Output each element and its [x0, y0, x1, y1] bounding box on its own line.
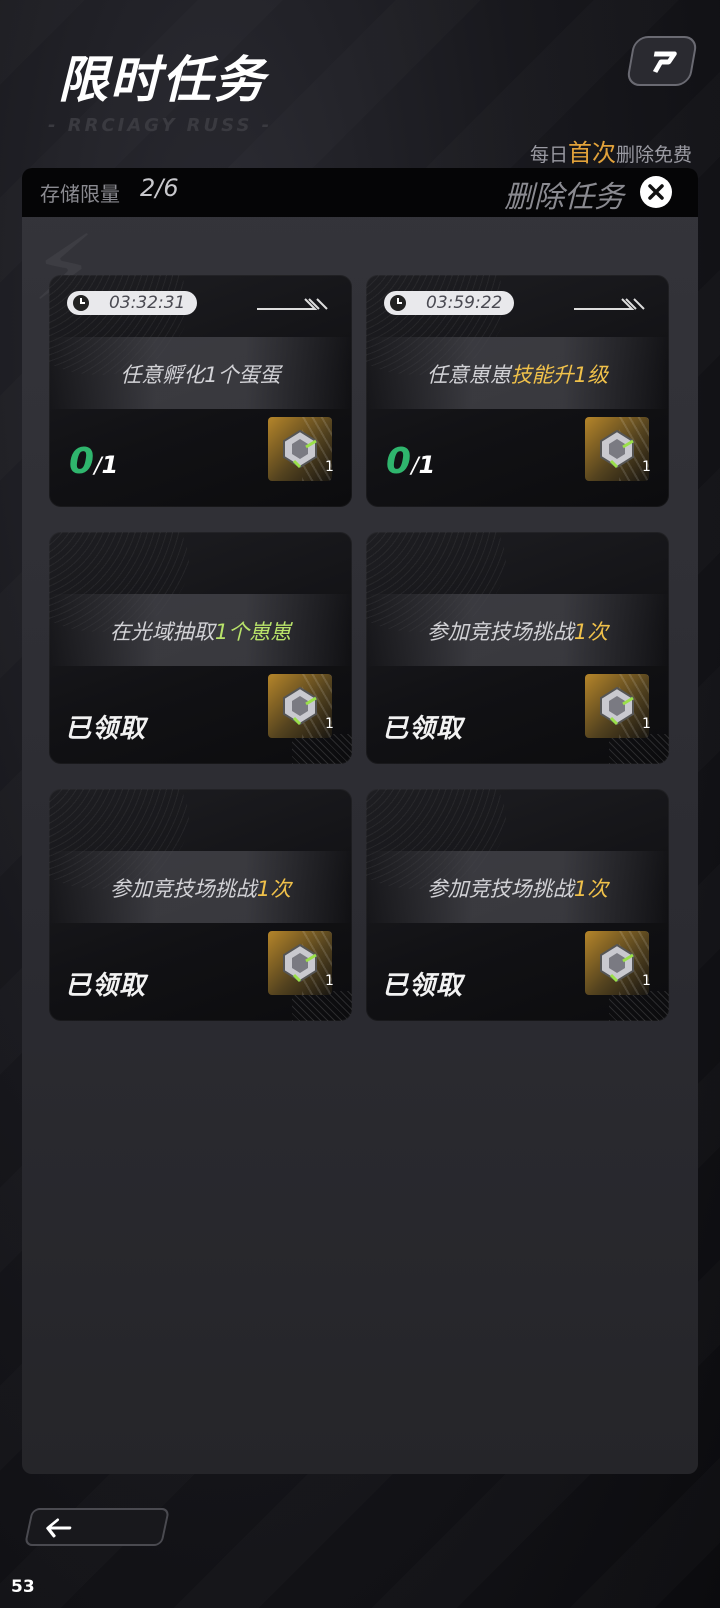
task-text-highlight: 1次 — [256, 877, 292, 901]
task-text-plain: 在光域抽取 — [109, 620, 215, 644]
storage-limit-value: 2/6 — [140, 174, 179, 202]
corner-pattern — [292, 734, 352, 764]
task-description: 参加竞技场挑战1次 — [49, 873, 352, 903]
reward-count: 1 — [642, 459, 651, 475]
speed-lines-icon — [574, 298, 645, 310]
timer-text: 03:32:31 — [109, 293, 186, 313]
progress-total: 1 — [101, 451, 119, 479]
task-progress: 0/1 — [69, 441, 118, 482]
reward-item[interactable] — [268, 674, 332, 738]
task-text-highlight: 1次 — [573, 877, 609, 901]
reward-item[interactable] — [585, 417, 649, 481]
corner-pattern — [609, 734, 669, 764]
reward-count: 1 — [325, 716, 334, 732]
page-title: 限时任务 — [58, 51, 266, 109]
task-text-highlight: 技能升1级 — [510, 363, 609, 387]
share-button[interactable] — [625, 36, 699, 86]
speed-lines-icon — [257, 298, 328, 310]
free-tip-prefix: 每日 — [529, 144, 568, 166]
panel-header: 存储限量 2/6 删除任务 — [22, 168, 698, 217]
free-tip-highlight: 首次 — [567, 139, 616, 167]
reward-count: 1 — [325, 459, 334, 475]
task-text-plain: 参加竞技场挑战 — [109, 877, 257, 901]
task-text-highlight: 1个崽崽 — [214, 620, 292, 644]
task-text-highlight: 1次 — [573, 620, 609, 644]
task-text-plain: 任意孵化1个蛋蛋 — [120, 363, 281, 387]
task-card[interactable]: 参加竞技场挑战1次 已领取 1 — [366, 789, 669, 1021]
task-description: 在光域抽取1个崽崽 — [49, 616, 352, 646]
progress-total: 1 — [418, 451, 436, 479]
gem-icon — [600, 429, 634, 469]
task-panel: ⚡ 存储限量 2/6 删除任务 03:32:31 任意孵化1个蛋蛋 0/1 1 — [22, 168, 698, 1474]
claimed-label: 已领取 — [65, 971, 147, 1001]
reward-item[interactable] — [585, 931, 649, 995]
reward-item[interactable] — [268, 417, 332, 481]
page-subtitle: - RRCIAGY RUSS - — [48, 115, 273, 136]
timer-text: 03:59:22 — [426, 293, 503, 313]
progress-current: 0 — [386, 441, 412, 482]
claimed-label: 已领取 — [382, 971, 464, 1001]
corner-pattern — [609, 991, 669, 1021]
claimed-label: 已领取 — [382, 714, 464, 744]
task-card[interactable]: 03:32:31 任意孵化1个蛋蛋 0/1 1 — [49, 275, 352, 507]
task-card[interactable]: 在光域抽取1个崽崽 已领取 1 — [49, 532, 352, 764]
clock-icon — [73, 295, 89, 311]
gem-icon — [283, 943, 317, 983]
reward-count: 1 — [642, 716, 651, 732]
task-description: 任意崽崽技能升1级 — [366, 359, 669, 389]
free-delete-tip: 每日首次删除免费 — [530, 133, 692, 168]
reward-count: 1 — [642, 973, 651, 989]
reward-item[interactable] — [268, 931, 332, 995]
task-text-plain: 参加竞技场挑战 — [426, 877, 574, 901]
delete-task-button[interactable]: 删除任务 — [504, 172, 624, 216]
progress-current: 0 — [69, 441, 95, 482]
reward-count: 1 — [325, 973, 334, 989]
countdown-timer: 03:32:31 — [67, 291, 197, 315]
arrow-left-icon — [46, 1518, 72, 1538]
storage-limit-label: 存储限量 — [40, 182, 120, 206]
task-description: 任意孵化1个蛋蛋 — [49, 359, 352, 389]
share-icon — [652, 51, 677, 73]
corner-pattern — [292, 991, 352, 1021]
countdown-timer: 03:59:22 — [384, 291, 514, 315]
level-number: 53 — [11, 1577, 35, 1597]
task-description: 参加竞技场挑战1次 — [366, 616, 669, 646]
task-text-plain: 任意崽崽 — [426, 363, 511, 387]
close-icon — [648, 184, 664, 200]
task-card[interactable]: 03:59:22 任意崽崽技能升1级 0/1 1 — [366, 275, 669, 507]
task-card[interactable]: 参加竞技场挑战1次 已领取 1 — [49, 789, 352, 1021]
close-button[interactable] — [640, 176, 672, 208]
gem-icon — [600, 943, 634, 983]
clock-icon — [390, 295, 406, 311]
back-button[interactable] — [23, 1508, 171, 1546]
free-tip-suffix: 删除免费 — [615, 144, 692, 166]
task-card[interactable]: 参加竞技场挑战1次 已领取 1 — [366, 532, 669, 764]
task-progress: 0/1 — [386, 441, 435, 482]
gem-icon — [283, 429, 317, 469]
gem-icon — [283, 686, 317, 726]
reward-item[interactable] — [585, 674, 649, 738]
claimed-label: 已领取 — [65, 714, 147, 744]
task-description: 参加竞技场挑战1次 — [366, 873, 669, 903]
task-text-plain: 参加竞技场挑战 — [426, 620, 574, 644]
gem-icon — [600, 686, 634, 726]
